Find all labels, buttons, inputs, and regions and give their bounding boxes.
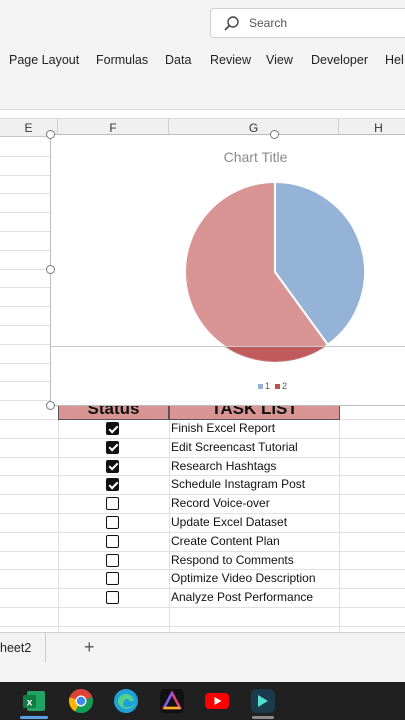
tab-help[interactable]: Hel [385,53,404,67]
affinity-icon[interactable] [159,688,185,714]
checked-checkbox[interactable] [106,478,119,492]
legend-label-1: 1 [265,381,271,391]
tab-data[interactable]: Data [165,53,191,67]
table-row: Edit Screencast Tutorial [0,438,405,457]
active-app-indicator [20,716,48,719]
plot-area-border [51,346,405,347]
pie-chart[interactable]: Chart Title 1 2 [50,134,405,406]
youtube-icon[interactable] [204,688,230,714]
clipchamp-icon[interactable] [250,688,276,714]
checked-checkbox[interactable] [106,440,119,454]
unchecked-checkbox[interactable] [106,516,119,529]
resize-handle-top[interactable] [270,130,279,139]
pie-plot [184,180,366,363]
legend-label-2: 2 [282,381,288,391]
task-label[interactable]: Respond to Comments [171,553,294,567]
excel-window: Search Page Layout Formulas Data Review … [0,0,405,720]
excel-icon[interactable]: x [21,688,47,714]
formula-bar-area [0,77,405,110]
chrome-icon[interactable] [68,688,94,714]
status-bar [0,662,405,682]
edge-icon[interactable] [113,688,139,714]
task-label[interactable]: Record Voice-over [171,496,270,510]
tab-view[interactable]: View [266,53,293,67]
task-label[interactable]: Optimize Video Description [171,571,316,585]
table-row: Record Voice-over [0,494,405,513]
table-row: Schedule Instagram Post [0,475,405,494]
table-row: Optimize Video Description [0,569,405,588]
plot-area-overlap [185,346,365,362]
task-label[interactable]: Schedule Instagram Post [171,477,305,491]
search-icon [224,16,239,31]
table-row: Create Content Plan [0,532,405,551]
chart-legend[interactable]: 1 2 [258,381,287,391]
ribbon-tabs: Page Layout Formulas Data Review View De… [0,45,405,77]
table-row: Finish Excel Report [0,419,405,438]
unchecked-checkbox[interactable] [106,497,119,511]
search-placeholder: Search [249,16,288,30]
task-label[interactable]: Update Excel Dataset [171,515,287,529]
unchecked-checkbox[interactable] [106,553,119,567]
table-row: Analyze Post Performance [0,588,405,607]
row-gridline [0,625,405,627]
search-input[interactable]: Search [210,8,405,38]
legend-swatch-2 [275,383,281,389]
sheet-tab-bar: heet2 + [0,632,405,663]
task-label[interactable]: Finish Excel Report [171,421,275,435]
unchecked-checkbox[interactable] [106,572,119,586]
table-row: Update Excel Dataset [0,513,405,532]
windows-taskbar: x [0,682,405,720]
task-label[interactable]: Analyze Post Performance [171,590,313,604]
tab-developer[interactable]: Developer [311,53,368,67]
tab-formulas[interactable]: Formulas [96,53,148,67]
tab-review[interactable]: Review [210,53,251,67]
open-app-indicator [252,716,274,719]
sheet-tab-sheet2[interactable]: heet2 [0,633,46,663]
unchecked-checkbox[interactable] [106,591,119,605]
table-row: Research Hashtags [0,457,405,476]
resize-handle-top-left[interactable] [46,130,55,139]
legend-swatch-1 [258,383,263,389]
checked-checkbox[interactable] [106,422,119,435]
table-row: Respond to Comments [0,551,405,570]
svg-text:x: x [27,698,33,709]
add-sheet-button[interactable]: + [84,637,95,658]
task-label[interactable]: Create Content Plan [171,534,280,548]
task-label[interactable]: Edit Screencast Tutorial [171,440,298,454]
checked-checkbox[interactable] [106,459,119,473]
resize-handle-bottom-left[interactable] [46,401,55,410]
resize-handle-left[interactable] [46,265,55,274]
task-label[interactable]: Research Hashtags [171,459,276,473]
unchecked-checkbox[interactable] [106,534,119,548]
title-bar: Search [0,0,405,45]
tab-page-layout[interactable]: Page Layout [9,53,79,67]
